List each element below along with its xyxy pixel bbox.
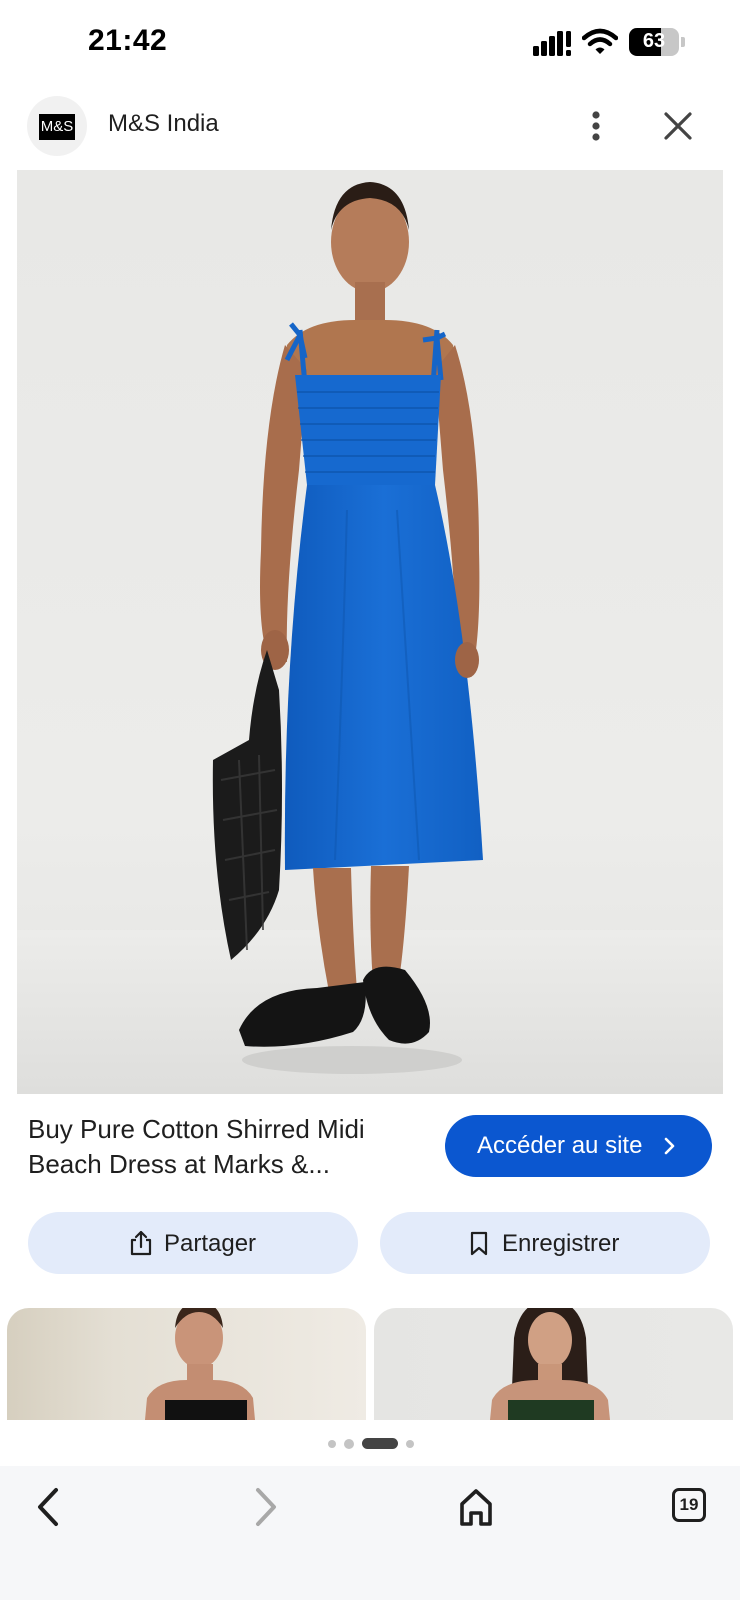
site-logo-text: M&S [39, 114, 75, 140]
viewer-header: M&S M&S India [0, 88, 740, 170]
signal-icon [533, 31, 571, 56]
forward-icon[interactable] [244, 1482, 284, 1532]
close-icon[interactable] [658, 104, 698, 148]
related-image-green-dress[interactable] [374, 1308, 733, 1420]
product-image[interactable] [17, 170, 723, 1094]
status-bar: 21:42 63 [0, 0, 740, 88]
share-button[interactable]: Partager [28, 1212, 358, 1274]
save-button[interactable]: Enregistrer [380, 1212, 710, 1274]
site-name[interactable]: M&S India [108, 110, 219, 138]
visit-site-label: Accéder au site [477, 1132, 643, 1159]
visit-site-button[interactable]: Accéder au site [445, 1115, 712, 1177]
wifi-icon [582, 28, 618, 54]
bookmark-icon [470, 1231, 488, 1256]
bottom-navigation: 19 [0, 1466, 740, 1600]
battery-level: 63 [642, 30, 666, 52]
back-icon[interactable] [30, 1482, 70, 1532]
status-time: 21:42 [88, 24, 168, 57]
page-dot [406, 1440, 414, 1448]
result-caption[interactable]: Buy Pure Cotton Shirred Midi Beach Dress… [28, 1112, 418, 1182]
share-icon [130, 1230, 152, 1256]
related-image-black-dress[interactable] [7, 1308, 366, 1420]
page-dot [344, 1439, 354, 1449]
save-label: Enregistrer [502, 1230, 620, 1257]
more-vertical-icon[interactable] [576, 104, 616, 148]
page-dot-active [362, 1438, 398, 1449]
share-label: Partager [164, 1230, 257, 1257]
chevron-right-icon [664, 1137, 675, 1155]
page-dot [328, 1440, 336, 1448]
site-logo[interactable]: M&S [27, 96, 87, 156]
model-illustration [17, 182, 723, 1094]
tabs-icon[interactable]: 19 [672, 1488, 706, 1522]
home-icon[interactable] [456, 1482, 496, 1532]
tab-count: 19 [679, 1495, 699, 1514]
battery-icon: 63 [629, 28, 685, 56]
page-indicator [322, 1436, 418, 1450]
